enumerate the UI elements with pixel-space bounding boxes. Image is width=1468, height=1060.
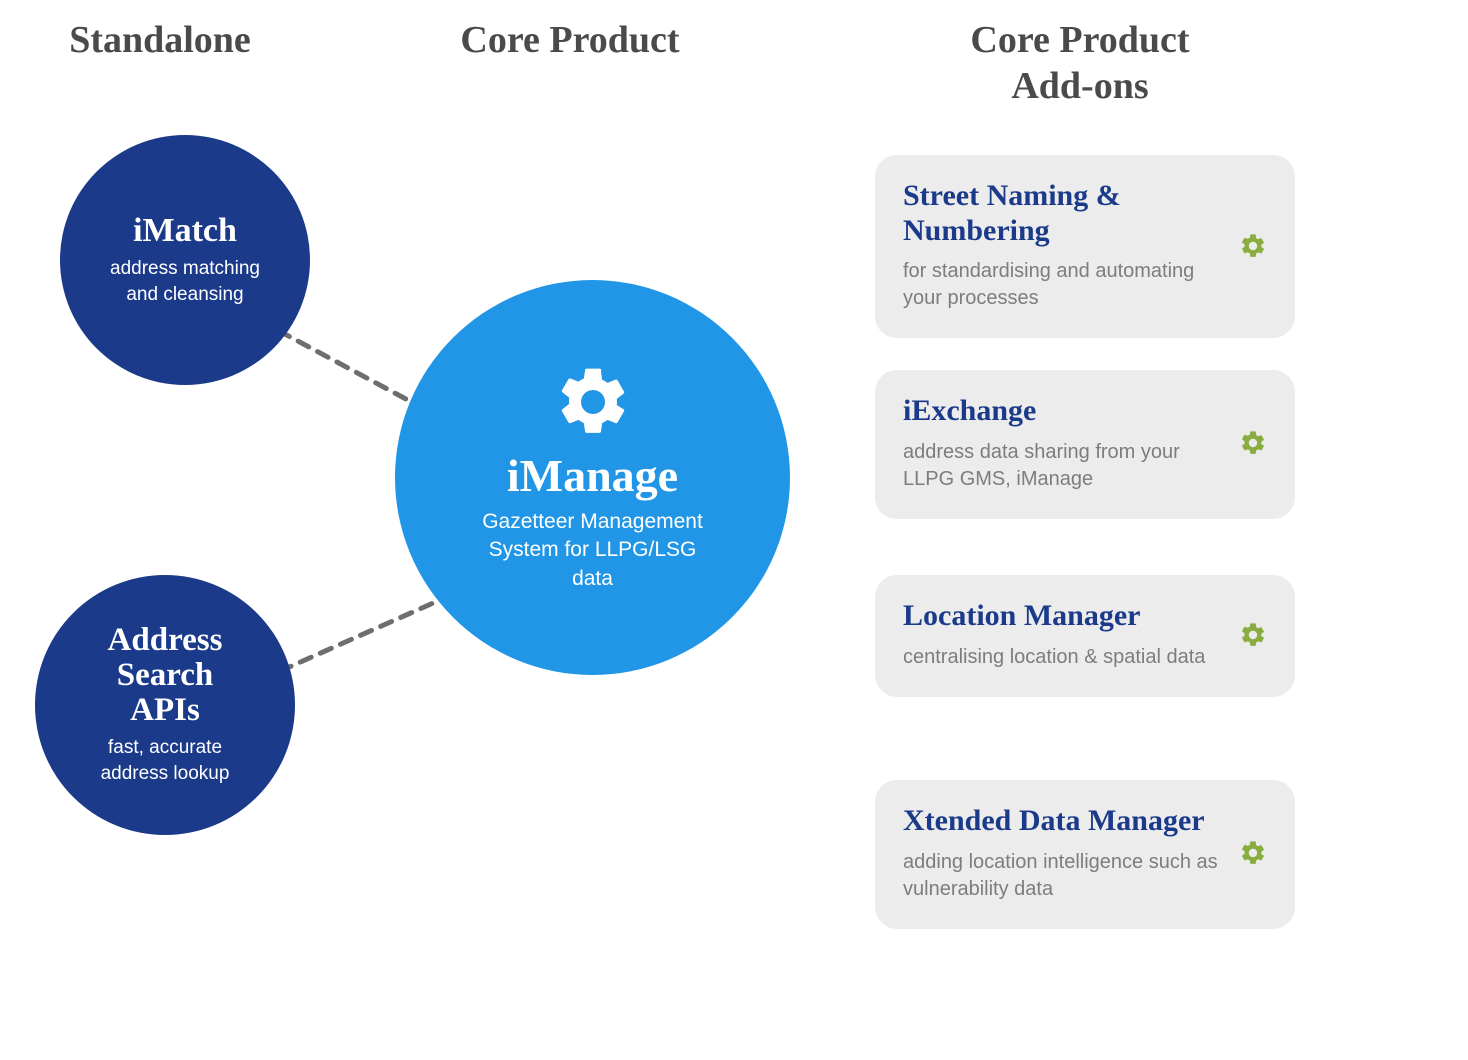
addon-desc-1: address data sharing from your LLPG GMS,… (903, 439, 1225, 493)
addon-title-1: iExchange (903, 394, 1225, 429)
standalone-circle-apis: Address Search APIs fast, accurate addre… (35, 575, 295, 835)
addon-title-2: Location Manager (903, 599, 1225, 634)
column-header-addons-line2: Add-ons (1011, 65, 1148, 107)
addon-desc-3: adding location intelligence such as vul… (903, 849, 1225, 903)
column-header-core: Core Product (420, 18, 720, 64)
addon-title-3: Xtended Data Manager (903, 804, 1225, 839)
addon-desc-0: for standardising and automating your pr… (903, 258, 1225, 312)
addon-card-iexchange: iExchange address data sharing from your… (875, 370, 1295, 519)
addon-card-xtended-data-manager: Xtended Data Manager adding location int… (875, 780, 1295, 929)
gear-icon (1239, 621, 1267, 649)
standalone-circle-imatch: iMatch address matching and cleansing (60, 135, 310, 385)
column-header-addons-line1: Core Product (970, 19, 1189, 61)
gear-icon (1239, 839, 1267, 867)
addon-card-location-manager: Location Manager centralising location &… (875, 575, 1295, 697)
gear-icon (1239, 232, 1267, 260)
imatch-desc: address matching and cleansing (95, 256, 275, 307)
apis-title: Address Search APIs (80, 623, 250, 727)
addon-title-0: Street Naming & Numbering (903, 179, 1225, 248)
gear-icon (553, 362, 633, 442)
apis-desc: fast, accurate address lookup (80, 735, 250, 786)
column-header-addons: Core Product Add-ons (900, 18, 1260, 109)
imatch-title: iMatch (133, 213, 237, 249)
addon-desc-2: centralising location & spatial data (903, 644, 1225, 671)
imanage-desc: Gazetteer Management System for LLPG/LSG… (468, 508, 718, 593)
column-header-standalone: Standalone (40, 18, 280, 64)
gear-icon (1239, 429, 1267, 457)
addon-card-street-naming: Street Naming & Numbering for standardis… (875, 155, 1295, 338)
imanage-title: iManage (507, 452, 678, 500)
core-circle-imanage: iManage Gazetteer Management System for … (395, 280, 790, 675)
